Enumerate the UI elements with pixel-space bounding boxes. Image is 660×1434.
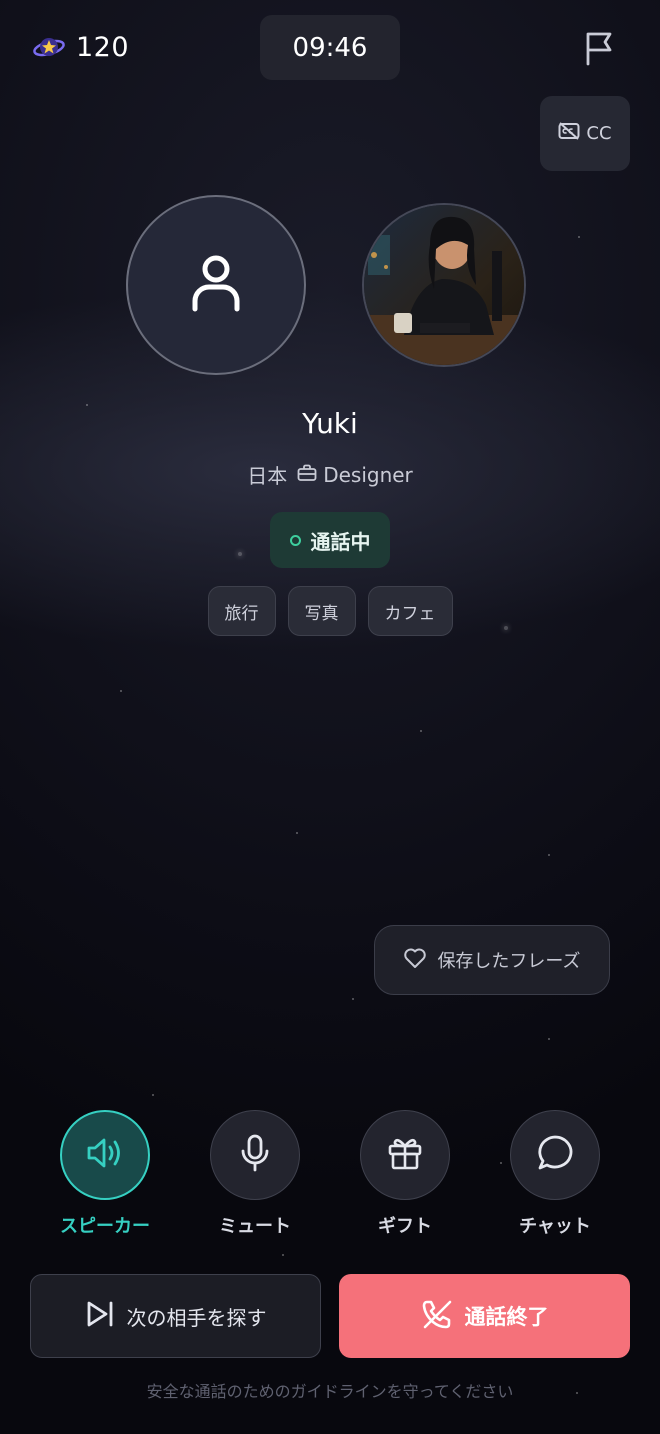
- captions-toggle-button[interactable]: CC: [540, 96, 630, 171]
- next-partner-label: 次の相手を探す: [126, 1305, 267, 1330]
- peer-meta: 日本 Designer: [0, 460, 660, 489]
- star-decoration: [120, 690, 122, 692]
- interest-tag: 写真: [287, 586, 356, 636]
- interest-tags: 旅行 写真 カフェ: [0, 586, 660, 636]
- call-timer: 09:46: [260, 15, 400, 80]
- call-status-badge: 通話中: [270, 512, 390, 568]
- saved-phrases-button[interactable]: 保存したフレーズ: [374, 925, 610, 995]
- cc-label: CC: [586, 123, 612, 144]
- star-decoration: [578, 236, 580, 238]
- report-flag-icon[interactable]: [582, 28, 618, 68]
- speaker-circle[interactable]: [60, 1110, 150, 1200]
- briefcase-icon: [297, 463, 317, 487]
- phone-off-icon: [421, 1298, 453, 1335]
- peer-country: 日本: [247, 464, 288, 488]
- interest-tag: 旅行: [207, 586, 276, 636]
- speaker-button[interactable]: スピーカー: [60, 1110, 150, 1238]
- speaker-icon: [85, 1136, 125, 1174]
- chat-circle[interactable]: [510, 1110, 600, 1200]
- gift-button[interactable]: ギフト: [360, 1110, 450, 1238]
- heart-icon: [403, 947, 427, 974]
- next-partner-button[interactable]: 次の相手を探す: [30, 1274, 321, 1358]
- star-decoration: [548, 1038, 550, 1040]
- star-decoration: [282, 1254, 284, 1256]
- speaker-label: スピーカー: [60, 1216, 150, 1237]
- status-dot-icon: [289, 534, 301, 546]
- chat-bubble-icon: [536, 1134, 574, 1176]
- captions-off-icon: [558, 122, 580, 145]
- star-decoration: [500, 1162, 502, 1164]
- peer-occupation: Designer: [297, 463, 413, 487]
- star-decoration: [548, 854, 550, 856]
- user-icon: [191, 253, 241, 317]
- star-decoration: [86, 404, 88, 406]
- coin-count: 120: [76, 31, 130, 63]
- self-avatar: [126, 195, 306, 375]
- peer-name: Yuki: [302, 407, 358, 440]
- peer-avatar-photo: [362, 203, 526, 367]
- gift-label: ギフト: [378, 1216, 432, 1237]
- microphone-icon: [240, 1134, 270, 1176]
- star-decoration: [420, 730, 422, 732]
- coin-balance[interactable]: 120: [32, 30, 129, 64]
- mute-label: ミュート: [219, 1216, 291, 1237]
- peer-occupation-label: Designer: [323, 462, 413, 487]
- chat-button[interactable]: チャット: [510, 1110, 600, 1238]
- call-status-label: 通話中: [310, 529, 371, 554]
- chat-label: チャット: [519, 1216, 591, 1237]
- planet-star-icon: [32, 30, 66, 64]
- saved-phrases-label: 保存したフレーズ: [437, 951, 581, 972]
- star-decoration: [152, 1094, 154, 1096]
- star-decoration: [296, 832, 298, 834]
- skip-next-icon: [85, 1300, 115, 1333]
- mute-circle[interactable]: [210, 1110, 300, 1200]
- end-call-label: 通話終了: [464, 1305, 549, 1329]
- end-call-button[interactable]: 通話終了: [339, 1274, 630, 1358]
- mute-button[interactable]: ミュート: [210, 1110, 300, 1238]
- star-decoration: [352, 998, 354, 1000]
- star-decoration: [238, 552, 242, 556]
- safety-guideline-text: 安全な通話のためのガイドラインを守ってください: [146, 1382, 514, 1401]
- gift-circle[interactable]: [360, 1110, 450, 1200]
- gift-icon: [387, 1135, 423, 1175]
- interest-tag: カフェ: [367, 586, 453, 636]
